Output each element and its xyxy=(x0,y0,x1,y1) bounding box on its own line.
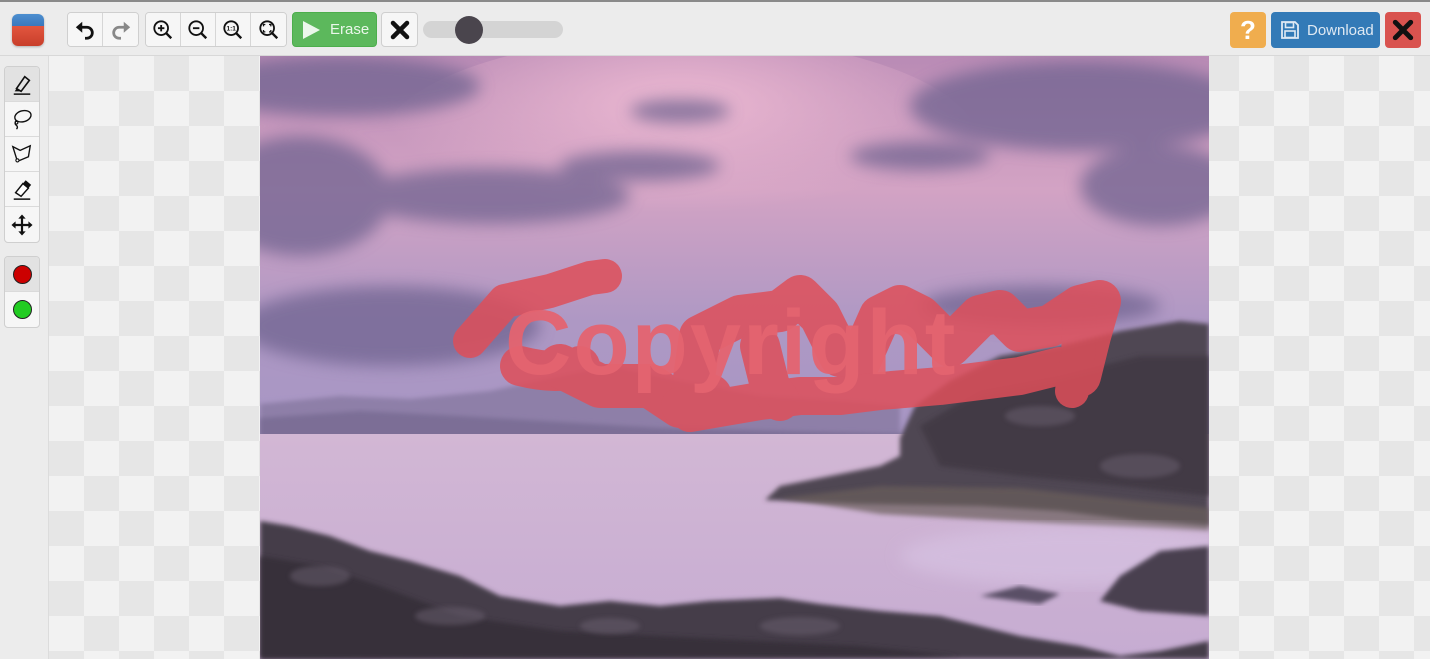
selection-tool-group xyxy=(4,66,40,243)
zoom-fit-icon xyxy=(258,19,278,39)
red-swatch-icon xyxy=(12,264,32,284)
download-button-label: Download xyxy=(1307,21,1374,39)
zoom-button-group: 1:1 xyxy=(145,12,287,47)
marker-icon xyxy=(13,75,31,95)
slider-thumb[interactable] xyxy=(455,16,484,44)
watermark-text: Copyright xyxy=(505,292,957,394)
image-canvas[interactable]: Copyright xyxy=(260,56,1209,659)
top-toolbar: 1:1 Erase ? Download xyxy=(0,0,1430,56)
marker-tool-button[interactable] xyxy=(5,67,39,102)
help-button[interactable]: ? xyxy=(1230,12,1266,48)
zoom-fit-button[interactable] xyxy=(251,13,286,46)
download-button[interactable]: Download xyxy=(1271,12,1380,48)
color-red-button[interactable] xyxy=(5,257,39,292)
polygon-lasso-tool-button[interactable] xyxy=(5,137,39,172)
save-icon xyxy=(1281,21,1299,39)
lasso-icon xyxy=(14,109,32,130)
clear-mask-button[interactable] xyxy=(381,12,418,47)
svg-text:1:1: 1:1 xyxy=(227,25,237,32)
app-logo-icon xyxy=(12,14,44,46)
move-tool-button[interactable] xyxy=(5,207,39,242)
polygon-lasso-icon xyxy=(11,144,32,163)
eraser-tool-button[interactable] xyxy=(5,172,39,207)
color-green-button[interactable] xyxy=(5,292,39,327)
close-icon xyxy=(1392,19,1414,41)
undo-button[interactable] xyxy=(68,13,103,46)
zoom-actual-size-button[interactable]: 1:1 xyxy=(216,13,251,46)
brush-size-slider[interactable] xyxy=(423,16,563,44)
erase-button[interactable]: Erase xyxy=(292,12,377,47)
zoom-out-button[interactable] xyxy=(181,13,216,46)
green-swatch-icon xyxy=(12,300,32,319)
zoom-in-icon xyxy=(153,19,173,39)
app-window: 1:1 Erase ? Download Copyright xyxy=(0,0,1430,659)
move-icon xyxy=(11,213,33,236)
seascape-image: Copyright xyxy=(260,56,1209,659)
canvas-area[interactable]: Copyright xyxy=(49,56,1430,659)
color-group xyxy=(4,256,40,328)
history-button-group xyxy=(67,12,139,47)
exit-button[interactable] xyxy=(1385,12,1421,48)
redo-icon xyxy=(111,21,130,40)
zoom-actual-size-icon: 1:1 xyxy=(223,19,243,39)
undo-icon xyxy=(75,21,94,40)
help-icon: ? xyxy=(1240,14,1256,45)
close-icon xyxy=(390,20,409,39)
zoom-out-icon xyxy=(188,19,208,39)
tool-panel xyxy=(0,56,49,659)
lasso-tool-button[interactable] xyxy=(5,102,39,137)
zoom-in-button[interactable] xyxy=(146,13,181,46)
erase-button-label: Erase xyxy=(330,21,370,38)
redo-button[interactable] xyxy=(103,13,138,46)
play-icon xyxy=(303,20,320,39)
eraser-icon xyxy=(13,180,32,200)
